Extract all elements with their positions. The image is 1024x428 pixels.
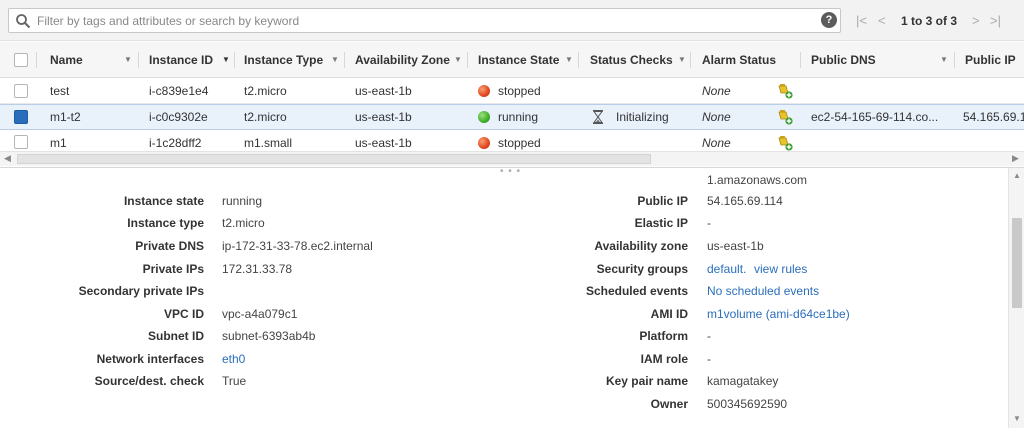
label-instance-type: Instance type xyxy=(127,216,204,230)
stopped-status-icon xyxy=(478,137,490,149)
scroll-left-icon[interactable]: ◀ xyxy=(4,153,11,164)
column-header-instance-type[interactable]: Instance Type xyxy=(244,42,323,78)
hourglass-icon xyxy=(593,110,603,124)
value-owner: 500345692590 xyxy=(707,397,788,411)
label-iam-role: IAM role xyxy=(640,352,688,366)
label-secondary-private-ips: Secondary private IPs xyxy=(78,284,204,298)
last-page-icon[interactable]: >| xyxy=(990,13,1001,28)
search-box[interactable] xyxy=(8,8,841,33)
security-group-link[interactable]: default. xyxy=(707,262,746,276)
next-page-icon[interactable]: > xyxy=(972,13,980,28)
horizontal-scrollbar[interactable]: ◀ ▶ xyxy=(0,151,1024,166)
cell-alarm-status: None xyxy=(702,84,731,98)
label-elastic-ip: Elastic IP xyxy=(634,216,688,230)
cell-name: test xyxy=(50,84,70,98)
label-subnet-id: Subnet ID xyxy=(148,329,204,343)
label-scheduled-events: Scheduled events xyxy=(585,284,688,298)
label-private-dns: Private DNS xyxy=(135,239,204,253)
table-row[interactable]: test i-c839e1e4 t2.micro us-east-1b stop… xyxy=(0,78,1024,104)
prev-page-icon[interactable]: < xyxy=(878,13,886,28)
search-input[interactable] xyxy=(37,11,797,30)
column-header-public-dns[interactable]: Public DNS xyxy=(811,42,876,78)
instance-details-panel: 1.amazonaws.com Instance state running I… xyxy=(0,168,1008,428)
vertical-scrollbar[interactable]: ▲ ▼ xyxy=(1008,168,1024,428)
help-icon[interactable]: ? xyxy=(821,12,837,28)
select-all-checkbox[interactable] xyxy=(14,53,28,67)
value-subnet-id: subnet-6393ab4b xyxy=(222,329,316,343)
network-interface-link[interactable]: eth0 xyxy=(222,352,245,366)
first-page-icon[interactable]: |< xyxy=(856,13,867,28)
search-icon xyxy=(16,14,31,29)
label-owner: Owner xyxy=(650,397,688,411)
filter-bar: ? |< < 1 to 3 of 3 > >| xyxy=(0,0,1024,41)
table-row[interactable]: m1 i-1c28dff2 m1.small us-east-1b stoppe… xyxy=(0,130,1024,152)
cell-availability-zone: us-east-1b xyxy=(355,84,412,98)
value-key-pair-name: kamagatakey xyxy=(707,374,779,388)
view-rules-link[interactable]: view rules xyxy=(754,262,807,276)
cell-instance-id: i-c0c9302e xyxy=(149,110,208,124)
column-header-status-checks[interactable]: Status Checks xyxy=(590,42,673,78)
scroll-right-icon[interactable]: ▶ xyxy=(1012,153,1019,164)
label-network-interfaces: Network interfaces xyxy=(96,352,204,366)
add-alarm-icon[interactable] xyxy=(777,109,793,125)
value-platform: - xyxy=(707,329,711,343)
cell-availability-zone: us-east-1b xyxy=(355,110,412,124)
public-dns-overflow: 1.amazonaws.com xyxy=(707,173,808,187)
value-public-ip: 54.165.69.114 xyxy=(707,194,783,208)
value-private-ips: 172.31.33.78 xyxy=(222,262,293,276)
column-header-availability-zone[interactable]: Availability Zone xyxy=(355,42,450,78)
column-header-instance-state[interactable]: Instance State xyxy=(478,42,559,78)
cell-instance-type: t2.micro xyxy=(244,110,287,124)
ami-id-link[interactable]: m1volume (ami-d64ce1be) xyxy=(707,307,850,321)
running-status-icon xyxy=(478,111,490,123)
label-ami-id: AMI ID xyxy=(650,307,688,321)
cell-instance-state: running xyxy=(498,110,539,124)
value-source-dest-check: True xyxy=(222,374,247,388)
label-private-ips: Private IPs xyxy=(142,262,204,276)
label-security-groups: Security groups xyxy=(596,262,688,276)
table-row-selected[interactable]: m1-t2 i-c0c9302e t2.micro us-east-1b run… xyxy=(0,104,1024,130)
value-instance-type: t2.micro xyxy=(222,216,265,230)
add-alarm-icon[interactable] xyxy=(777,83,793,99)
label-source-dest-check: Source/dest. check xyxy=(94,374,204,388)
column-header-public-ip[interactable]: Public IP xyxy=(965,42,1016,78)
cell-public-ip: 54.165.69.1 xyxy=(963,110,1024,124)
value-availability-zone: us-east-1b xyxy=(707,239,764,253)
scrollbar-thumb[interactable] xyxy=(1012,218,1022,308)
value-instance-state: running xyxy=(222,194,263,208)
label-availability-zone: Availability zone xyxy=(594,239,688,253)
cell-name: m1-t2 xyxy=(50,110,81,124)
label-instance-state: Instance state xyxy=(123,194,204,208)
add-alarm-icon[interactable] xyxy=(777,135,793,151)
cell-instance-state: stopped xyxy=(498,84,541,98)
scroll-down-icon[interactable]: ▼ xyxy=(1013,414,1021,423)
value-elastic-ip: - xyxy=(707,216,711,230)
cell-alarm-status: None xyxy=(702,110,731,124)
scroll-up-icon[interactable]: ▲ xyxy=(1013,171,1021,180)
row-checkbox[interactable] xyxy=(14,84,28,98)
label-vpc-id: VPC ID xyxy=(163,307,204,321)
label-key-pair-name: Key pair name xyxy=(605,374,688,388)
value-vpc-id: vpc-a4a079c1 xyxy=(222,307,298,321)
cell-public-dns: ec2-54-165-69-114.co... xyxy=(811,110,939,124)
row-checkbox-checked[interactable] xyxy=(14,110,28,124)
value-private-dns: ip-172-31-33-78.ec2.internal xyxy=(222,239,373,253)
row-checkbox[interactable] xyxy=(14,135,28,149)
column-header-name[interactable]: Name xyxy=(50,42,83,78)
scrollbar-thumb[interactable] xyxy=(17,154,651,164)
column-header-instance-id[interactable]: Instance ID xyxy=(149,42,213,78)
value-iam-role: - xyxy=(707,352,711,366)
cell-instance-type: t2.micro xyxy=(244,84,287,98)
ec2-instances-console: ? |< < 1 to 3 of 3 > >| Name ▼ Instance … xyxy=(0,0,1024,428)
table-header: Name ▼ Instance ID ▼ Instance Type ▼ Ava… xyxy=(0,42,1024,78)
cell-instance-id: i-c839e1e4 xyxy=(149,84,209,98)
stopped-status-icon xyxy=(478,85,490,97)
scheduled-events-link[interactable]: No scheduled events xyxy=(707,284,819,298)
label-public-ip: Public IP xyxy=(637,194,688,208)
pagination-text: 1 to 3 of 3 xyxy=(901,14,958,28)
cell-status-checks: Initializing xyxy=(616,110,669,124)
label-platform: Platform xyxy=(639,329,688,343)
column-header-alarm-status[interactable]: Alarm Status xyxy=(702,42,776,78)
